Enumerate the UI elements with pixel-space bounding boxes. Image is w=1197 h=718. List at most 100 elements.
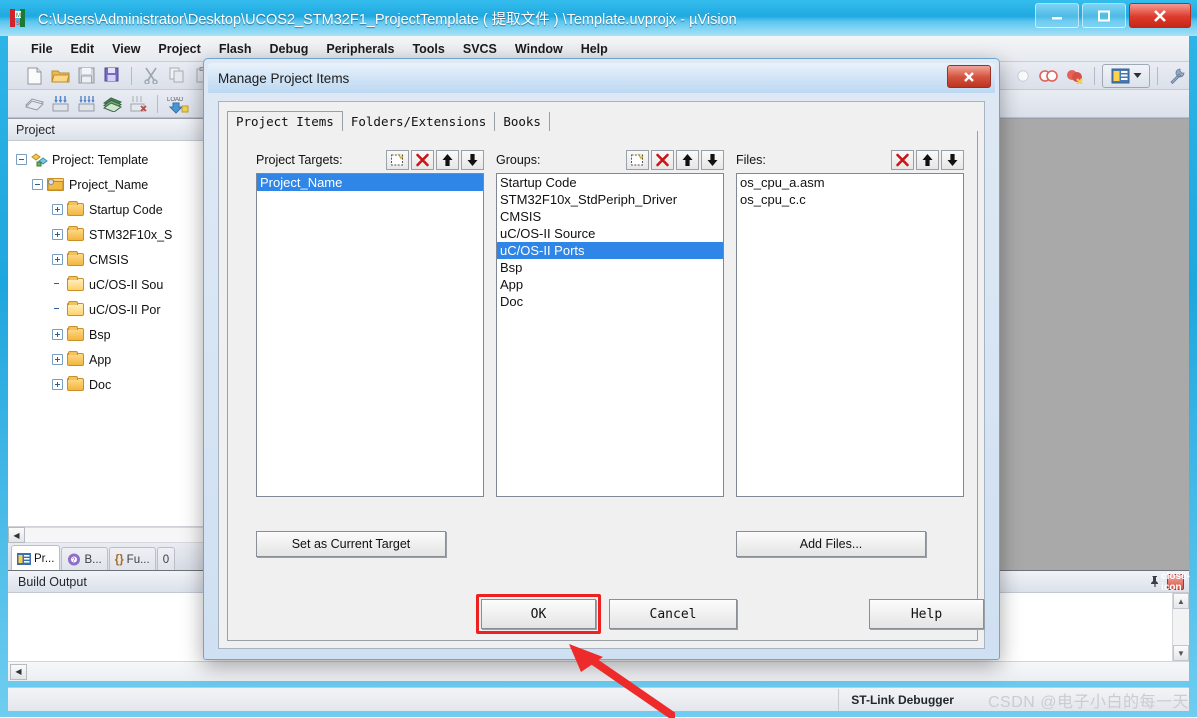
tab-functions[interactable]: {} Fu... <box>109 547 156 571</box>
build-output-horizontal-scrollbar[interactable]: ◀ <box>8 661 1189 681</box>
save-all-icon[interactable] <box>100 65 124 87</box>
close-icon[interactable]: close-icon <box>1167 574 1184 590</box>
tab-templates[interactable]: 0 <box>157 547 175 571</box>
close-button[interactable] <box>1129 3 1191 28</box>
translate-icon[interactable] <box>22 93 46 115</box>
project-targets-buttons <box>386 150 484 170</box>
scroll-down-arrow-icon[interactable]: ▼ <box>1173 645 1189 661</box>
tree-node-startup-code[interactable]: Startup Code <box>12 197 212 222</box>
tree-node-bsp[interactable]: Bsp <box>12 322 212 347</box>
tab-folders-extensions[interactable]: Folders/Extensions <box>343 112 495 132</box>
menu-item-flash[interactable]: Flash <box>210 39 261 59</box>
tree-node-app[interactable]: App <box>12 347 212 372</box>
delete-icon[interactable] <box>651 150 674 170</box>
save-icon[interactable] <box>74 65 98 87</box>
minimize-button[interactable] <box>1035 3 1079 28</box>
list-item[interactable]: Project_Name <box>257 174 483 191</box>
files-column: Files: <box>736 149 964 497</box>
add-files-button[interactable]: Add Files... <box>736 531 926 557</box>
cut-icon[interactable] <box>139 65 163 87</box>
project-targets-listbox[interactable]: Project_Name <box>256 173 484 497</box>
configure-icon[interactable] <box>1165 65 1189 87</box>
menu-item-peripherals[interactable]: Peripherals <box>317 39 403 59</box>
cancel-button[interactable]: Cancel <box>609 599 737 629</box>
dialog-body: Project Items Folders/Extensions Books P… <box>218 101 985 649</box>
move-up-icon[interactable] <box>916 150 939 170</box>
scroll-up-arrow-icon[interactable]: ▲ <box>1173 593 1189 609</box>
list-item[interactable]: os_cpu_a.asm <box>737 174 963 191</box>
list-item[interactable]: uC/OS-II Ports <box>497 242 723 259</box>
list-item[interactable]: STM32F10x_StdPeriph_Driver <box>497 191 723 208</box>
menu-item-view[interactable]: View <box>103 39 149 59</box>
move-down-icon[interactable] <box>461 150 484 170</box>
tree-node-project-template[interactable]: Project: Template <box>12 147 212 172</box>
window-titlebar: M S C:\Users\Administrator\Desktop\UCOS2… <box>0 0 1197 36</box>
list-item[interactable]: Doc <box>497 293 723 310</box>
menu-item-tools[interactable]: Tools <box>403 39 453 59</box>
move-up-icon[interactable] <box>676 150 699 170</box>
project-window-button[interactable] <box>1102 64 1150 88</box>
kill-breakpoints-icon[interactable] <box>1063 65 1087 87</box>
list-item[interactable]: uC/OS-II Source <box>497 225 723 242</box>
rebuild-icon[interactable] <box>74 93 98 115</box>
menu-item-window[interactable]: Window <box>506 39 572 59</box>
menu-item-project[interactable]: Project <box>149 39 209 59</box>
tab-books[interactable]: ? B... <box>61 547 107 571</box>
tree-node-project-name[interactable]: Project_Name <box>12 172 212 197</box>
new-item-icon[interactable] <box>626 150 649 170</box>
new-item-icon[interactable] <box>386 150 409 170</box>
set-as-current-target-button[interactable]: Set as Current Target <box>256 531 446 557</box>
scroll-left-arrow-icon[interactable]: ◀ <box>10 664 27 680</box>
menu-item-help[interactable]: Help <box>572 39 617 59</box>
move-down-icon[interactable] <box>941 150 964 170</box>
batch-build-icon[interactable] <box>100 93 124 115</box>
load-icon[interactable]: LOAD <box>165 93 199 115</box>
list-item[interactable]: App <box>497 276 723 293</box>
expand-expander-icon[interactable] <box>52 204 63 215</box>
collapse-expander-icon[interactable] <box>32 179 43 190</box>
scroll-track[interactable] <box>25 527 213 543</box>
groups-listbox[interactable]: Startup Code STM32F10x_StdPeriph_Driver … <box>496 173 724 497</box>
expand-expander-icon[interactable] <box>52 229 63 240</box>
build-output-vertical-scrollbar[interactable]: ▲ ▼ <box>1172 593 1189 661</box>
tree-node-doc[interactable]: Doc <box>12 372 212 397</box>
list-item[interactable]: Startup Code <box>497 174 723 191</box>
tab-books[interactable]: Books <box>495 112 550 132</box>
tab-project-items[interactable]: Project Items <box>227 111 343 133</box>
tree-node-stm32f10x[interactable]: STM32F10x_S <box>12 222 212 247</box>
copy-icon[interactable] <box>165 65 189 87</box>
expand-expander-icon[interactable] <box>52 329 63 340</box>
menu-item-debug[interactable]: Debug <box>260 39 317 59</box>
tree-node-ucos-ii-ports[interactable]: uC/OS-II Por <box>12 297 212 322</box>
list-item[interactable]: os_cpu_c.c <box>737 191 963 208</box>
expand-expander-icon[interactable] <box>52 254 63 265</box>
tree-node-ucos-ii-source[interactable]: uC/OS-II Sou <box>12 272 212 297</box>
list-item[interactable]: Bsp <box>497 259 723 276</box>
dialog-close-button[interactable] <box>947 65 991 88</box>
delete-icon[interactable] <box>411 150 434 170</box>
build-icon[interactable] <box>48 93 72 115</box>
stop-build-icon[interactable] <box>126 93 150 115</box>
menu-item-svcs[interactable]: SVCS <box>454 39 506 59</box>
tree-node-cmsis[interactable]: CMSIS <box>12 247 212 272</box>
uvision-main-window: M S C:\Users\Administrator\Desktop\UCOS2… <box>0 0 1197 717</box>
breakpoint-icon[interactable] <box>1011 65 1035 87</box>
move-down-icon[interactable] <box>701 150 724 170</box>
scroll-left-arrow-icon[interactable]: ◀ <box>8 527 25 543</box>
insert-breakpoint-icon[interactable] <box>1037 65 1061 87</box>
expand-expander-icon[interactable] <box>52 354 63 365</box>
maximize-button[interactable] <box>1082 3 1126 28</box>
open-folder-icon[interactable] <box>48 65 72 87</box>
menu-item-file[interactable]: File <box>22 39 62 59</box>
expand-expander-icon[interactable] <box>52 379 63 390</box>
collapse-expander-icon[interactable] <box>16 154 27 165</box>
delete-icon[interactable] <box>891 150 914 170</box>
list-item[interactable]: CMSIS <box>497 208 723 225</box>
project-horizontal-scrollbar[interactable]: ◀ <box>8 526 213 543</box>
move-up-icon[interactable] <box>436 150 459 170</box>
help-button[interactable]: Help <box>869 599 984 629</box>
tab-project[interactable]: Pr... <box>11 545 60 571</box>
files-listbox[interactable]: os_cpu_a.asm os_cpu_c.c <box>736 173 964 497</box>
new-file-icon[interactable] <box>22 65 46 87</box>
menu-item-edit[interactable]: Edit <box>62 39 104 59</box>
